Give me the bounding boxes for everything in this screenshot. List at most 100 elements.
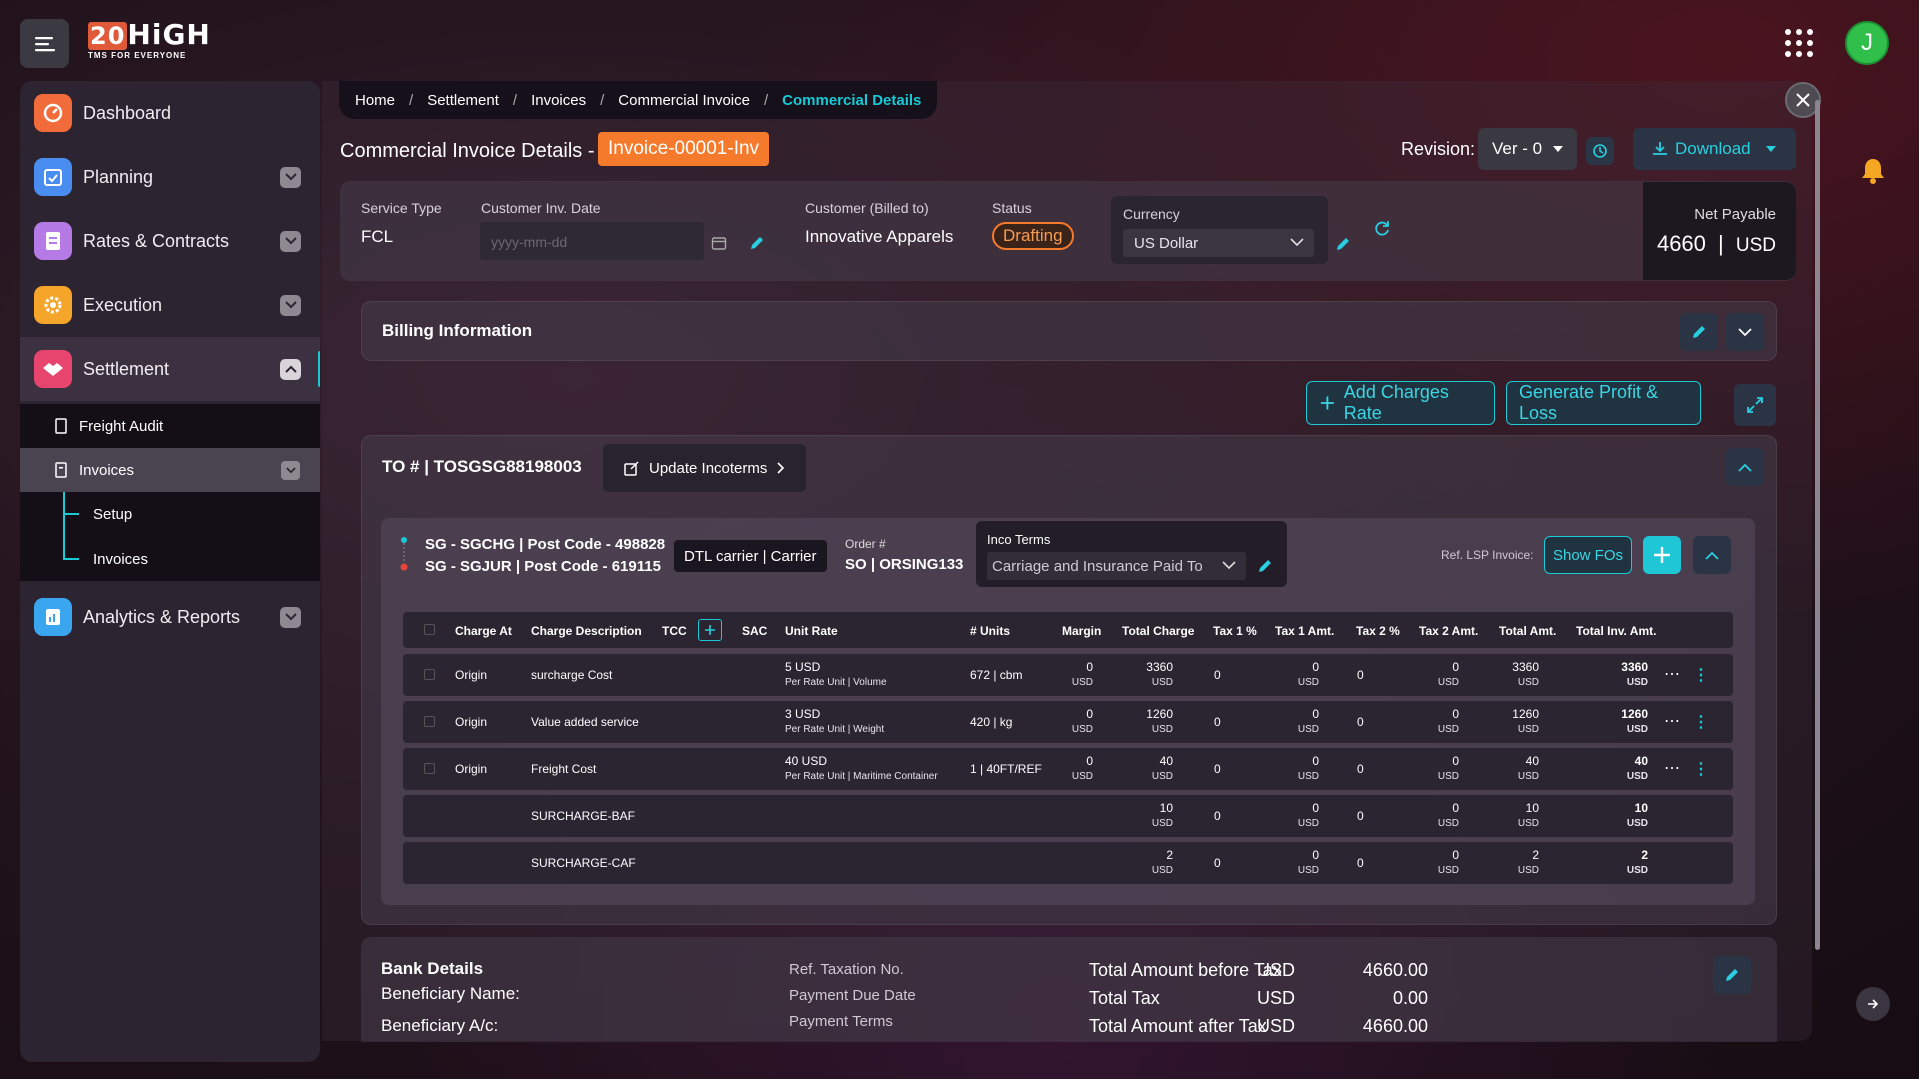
bank-details-panel: Bank Details Beneficiary Name: Beneficia… bbox=[361, 937, 1777, 1042]
billing-title: Billing Information bbox=[382, 321, 533, 340]
add-charges-rate-button[interactable]: Add Charges Rate bbox=[1306, 381, 1495, 425]
table-row[interactable]: Origin Freight Cost 40 USD Per Rate Unit | … bbox=[403, 748, 1733, 790]
cell-total-charge-cur: USD bbox=[1151, 865, 1173, 876]
generate-pl-button[interactable]: Generate Profit & Loss bbox=[1506, 381, 1701, 425]
breadcrumb-settlement[interactable]: Settlement bbox=[427, 92, 499, 109]
breadcrumb-commercial-invoice[interactable]: Commercial Invoice bbox=[618, 92, 750, 109]
cell-total-charge-cur: USD bbox=[1151, 771, 1173, 782]
more-options-icon[interactable]: ⋯ bbox=[1664, 758, 1681, 778]
edit-billing-button[interactable] bbox=[1680, 313, 1718, 351]
table-row[interactable]: Origin Value added service 3 USD Per Rate U… bbox=[403, 701, 1733, 743]
beneficiary-name-label: Beneficiary Name: bbox=[381, 984, 520, 1003]
sidebar-item-planning[interactable]: Planning bbox=[20, 145, 320, 209]
col-total-amt: Total Amt. bbox=[1499, 624, 1557, 638]
cell-total-amt: 3360 bbox=[1512, 660, 1539, 674]
arrow-right-icon bbox=[1868, 999, 1879, 1009]
download-button[interactable]: Download bbox=[1633, 128, 1796, 170]
sidebar-item-rates[interactable]: Rates & Contracts bbox=[20, 209, 320, 273]
table-row[interactable]: SURCHARGE-BAF 10 USD 0 0 USD 0 0 USD 10 USD 10 USD bbox=[403, 795, 1733, 837]
kebab-menu-icon[interactable]: ⋮ bbox=[1693, 712, 1709, 732]
avatar[interactable]: J bbox=[1845, 21, 1889, 65]
sidebar: Dashboard Planning Rates & Contracts Exe… bbox=[20, 81, 320, 1062]
currency-select[interactable]: US Dollar bbox=[1123, 229, 1314, 257]
more-options-icon[interactable]: ⋯ bbox=[1664, 711, 1681, 731]
more-options-icon[interactable]: ⋯ bbox=[1664, 664, 1681, 684]
col-tax1-amt: Tax 1 Amt. bbox=[1275, 624, 1335, 638]
refresh-icon[interactable] bbox=[1372, 218, 1392, 238]
next-arrow-button[interactable] bbox=[1856, 987, 1890, 1021]
sidebar-sub-freight-audit[interactable]: Freight Audit bbox=[20, 404, 320, 448]
menu-button[interactable] bbox=[20, 19, 69, 68]
edit-inco-pencil-icon[interactable] bbox=[1252, 553, 1278, 579]
generate-pl-label: Generate Profit & Loss bbox=[1519, 382, 1659, 423]
vertical-scrollbar[interactable] bbox=[1815, 100, 1820, 950]
billing-information-panel[interactable]: Billing Information bbox=[361, 301, 1777, 361]
sidebar-item-settlement[interactable]: Settlement bbox=[20, 337, 320, 401]
cust-date-input[interactable]: yyyy-mm-dd bbox=[480, 222, 704, 260]
sidebar-item-analytics[interactable]: Analytics & Reports bbox=[20, 585, 320, 649]
inco-terms-select[interactable]: Carriage and Insurance Paid To bbox=[987, 552, 1246, 580]
cell-tax2-pct: 0 bbox=[1357, 668, 1364, 682]
collapse-route-button[interactable] bbox=[1693, 536, 1731, 574]
breadcrumb-home[interactable]: Home bbox=[355, 92, 395, 109]
revision-select[interactable]: Ver - 0 bbox=[1478, 128, 1577, 170]
apps-grid-icon[interactable] bbox=[1785, 29, 1813, 57]
cell-total-charge: 1260 bbox=[1146, 707, 1173, 721]
bell-icon[interactable] bbox=[1857, 155, 1889, 187]
cell-desc: Freight Cost bbox=[531, 762, 597, 776]
chevron-down-icon[interactable] bbox=[280, 230, 301, 252]
col-charge-desc: Charge Description bbox=[531, 624, 642, 638]
edit-currency-pencil-icon[interactable] bbox=[1330, 231, 1356, 257]
table-header: Charge At Charge Description TCC SAC Uni… bbox=[403, 612, 1733, 648]
cell-total-amt: 1260 bbox=[1512, 707, 1539, 721]
cell-tax1-cur: USD bbox=[1297, 677, 1319, 688]
kebab-menu-icon[interactable]: ⋮ bbox=[1693, 759, 1709, 779]
edit-date-pencil-icon[interactable] bbox=[744, 230, 770, 256]
cell-margin-cur: USD bbox=[1071, 724, 1093, 735]
cell-total-charge-cur: USD bbox=[1151, 818, 1173, 829]
cell-charge-at: Origin bbox=[455, 762, 488, 776]
sidebar-sub-invoices-child[interactable]: Invoices bbox=[93, 551, 148, 568]
fullscreen-button[interactable] bbox=[1734, 384, 1776, 426]
show-fos-button[interactable]: Show FOs bbox=[1544, 536, 1632, 574]
breadcrumb-invoices[interactable]: Invoices bbox=[531, 92, 586, 109]
calendar-icon[interactable] bbox=[704, 226, 734, 260]
chevron-down-icon[interactable] bbox=[280, 294, 301, 316]
add-fo-button[interactable] bbox=[1643, 536, 1681, 574]
collapse-to-button[interactable] bbox=[1726, 448, 1764, 486]
expand-billing-button[interactable] bbox=[1726, 313, 1764, 351]
row-checkbox[interactable] bbox=[424, 669, 435, 680]
sidebar-sub-setup[interactable]: Setup bbox=[93, 506, 132, 523]
row-checkbox[interactable] bbox=[424, 763, 435, 774]
col-tcc: TCC bbox=[662, 624, 687, 638]
order-value: SO | ORSING133 bbox=[845, 556, 964, 573]
table-row[interactable]: SURCHARGE-CAF 2 USD 0 0 USD 0 0 USD 2 USD 2 USD bbox=[403, 842, 1733, 884]
history-button[interactable] bbox=[1586, 137, 1614, 165]
update-incoterms-button[interactable]: Update Incoterms bbox=[603, 444, 806, 492]
currency-value: US Dollar bbox=[1134, 235, 1199, 252]
service-type-value: FCL bbox=[361, 227, 394, 246]
cell-total-inv-cur: USD bbox=[1626, 677, 1648, 688]
cell-unit-basis: Per Rate Unit | Weight bbox=[785, 724, 885, 735]
edit-bank-button[interactable] bbox=[1713, 956, 1751, 994]
select-all-checkbox[interactable] bbox=[424, 624, 435, 635]
chevron-up-icon[interactable] bbox=[280, 358, 301, 380]
kebab-menu-icon[interactable]: ⋮ bbox=[1693, 665, 1709, 685]
chevron-down-icon[interactable] bbox=[280, 606, 301, 628]
table-row[interactable]: Origin surcharge Cost 5 USD Per Rate Unit |… bbox=[403, 654, 1733, 696]
cell-total-amt: 2 bbox=[1532, 848, 1539, 862]
pencil-icon bbox=[1726, 969, 1738, 981]
chevron-down-icon[interactable] bbox=[280, 166, 301, 188]
chevron-down-icon[interactable] bbox=[281, 460, 300, 480]
add-tcc-button[interactable] bbox=[698, 619, 722, 641]
chevron-down-icon bbox=[1738, 327, 1752, 336]
history-icon bbox=[1593, 144, 1607, 158]
sidebar-item-dashboard[interactable]: Dashboard bbox=[20, 81, 320, 145]
sidebar-sub-invoices[interactable]: Invoices bbox=[20, 448, 320, 492]
charges-table: Charge At Charge Description TCC SAC Uni… bbox=[403, 612, 1733, 884]
cell-tax1-pct: 0 bbox=[1214, 668, 1221, 682]
cell-unit-rate: 3 USD bbox=[785, 707, 821, 721]
brand-logo[interactable]: 20HiGH TMS FOR EVERYONE bbox=[88, 20, 210, 66]
sidebar-item-execution[interactable]: Execution bbox=[20, 273, 320, 337]
row-checkbox[interactable] bbox=[424, 716, 435, 727]
